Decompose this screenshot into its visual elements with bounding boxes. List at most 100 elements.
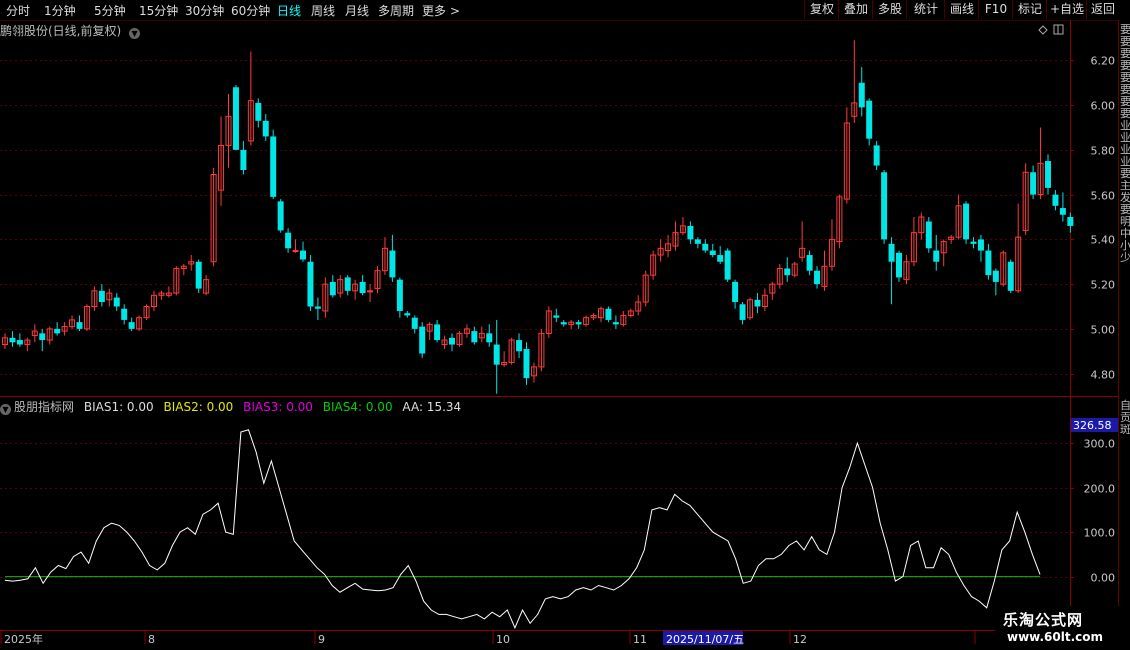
candle xyxy=(791,261,798,278)
candle-body xyxy=(98,290,105,303)
price-label: 6.20 xyxy=(1091,55,1116,68)
candle xyxy=(9,331,16,347)
candle xyxy=(910,217,917,267)
candle-body xyxy=(404,313,411,316)
candle xyxy=(270,129,277,200)
right-side-panel: 要要要要要要要要业业业业要主发要明中小少 自贡斑 xyxy=(1118,20,1130,630)
candle-body xyxy=(39,333,46,341)
candle xyxy=(605,306,612,323)
candle-body xyxy=(277,201,284,231)
candle xyxy=(761,288,768,311)
candle xyxy=(441,335,448,350)
candle-body xyxy=(1059,208,1066,215)
candle-body xyxy=(449,337,455,345)
candle-body xyxy=(977,239,984,251)
price-label: 6.00 xyxy=(1091,100,1116,113)
candle xyxy=(747,297,753,320)
candle xyxy=(851,40,858,124)
candle xyxy=(501,351,508,367)
candle xyxy=(352,279,359,300)
candle xyxy=(516,333,523,358)
candle-body xyxy=(419,326,426,354)
candle xyxy=(83,304,90,332)
candle xyxy=(1037,127,1044,200)
candle xyxy=(449,333,455,352)
price-label: 5.00 xyxy=(1091,324,1116,337)
candle xyxy=(650,250,657,280)
candle-body xyxy=(344,277,351,291)
candle xyxy=(873,140,880,171)
candle xyxy=(836,194,843,249)
indicator-label: 200.0 xyxy=(1084,483,1116,496)
candle xyxy=(918,212,925,240)
indicator-label: 300.0 xyxy=(1084,438,1116,451)
candle xyxy=(247,51,254,146)
candle xyxy=(240,140,247,175)
candle-body xyxy=(493,344,500,365)
candle-body xyxy=(896,252,902,278)
candle xyxy=(858,67,865,117)
candle xyxy=(486,324,493,347)
candle xyxy=(218,116,225,206)
candle xyxy=(143,304,150,320)
candle xyxy=(642,270,649,307)
candle xyxy=(612,315,619,329)
candle xyxy=(493,319,500,394)
candle-body xyxy=(523,349,530,379)
price-label: 5.40 xyxy=(1091,234,1116,247)
candle xyxy=(665,234,672,258)
candle xyxy=(136,315,143,332)
candle xyxy=(46,326,53,345)
candle xyxy=(307,255,314,311)
candle xyxy=(1059,192,1066,222)
candle xyxy=(985,243,992,280)
candle-body xyxy=(866,100,873,139)
candle xyxy=(54,322,61,336)
candle-body xyxy=(709,250,716,256)
candle xyxy=(232,84,239,150)
candle xyxy=(530,362,537,383)
candle xyxy=(61,322,68,336)
candle xyxy=(195,259,202,294)
time-highlight: 2025/11/07/五 xyxy=(666,633,744,646)
bias-line xyxy=(4,429,1041,630)
candle xyxy=(337,275,344,298)
candle-body xyxy=(784,268,791,276)
candle-body xyxy=(605,308,612,320)
candle-body xyxy=(553,315,560,318)
candle xyxy=(732,279,739,309)
candle xyxy=(955,194,962,240)
candle xyxy=(1045,154,1051,195)
candle-body xyxy=(471,331,478,343)
candle xyxy=(814,266,821,289)
time-label: 9 xyxy=(318,633,325,646)
diamond-icon[interactable] xyxy=(1038,25,1048,35)
candle-body xyxy=(575,322,582,325)
kline-chart[interactable]: 6.20 6.00 5.80 5.60 5.40 5.20 5.00 4.80 300.0 20… xyxy=(0,0,1130,650)
candle xyxy=(620,310,627,327)
candle-body xyxy=(612,322,619,325)
candle xyxy=(694,237,701,249)
candle-body xyxy=(814,270,821,285)
indicator-highlight-value: 326.58 xyxy=(1073,419,1112,432)
candle-body xyxy=(285,232,292,249)
indicator-label: 0.00 xyxy=(1091,572,1116,585)
candle-body xyxy=(888,243,895,262)
price-label: 5.60 xyxy=(1091,190,1116,203)
candle-body xyxy=(54,328,61,334)
candle xyxy=(180,263,187,276)
candle xyxy=(31,324,38,343)
candle xyxy=(568,319,575,329)
candle xyxy=(404,310,411,318)
candle xyxy=(277,199,284,233)
candle xyxy=(113,293,120,311)
candle xyxy=(657,239,664,262)
candle xyxy=(322,277,329,318)
candle xyxy=(478,326,485,343)
candle xyxy=(538,328,545,372)
candle xyxy=(151,290,157,311)
candle xyxy=(1067,212,1074,233)
indicator-axis: 300.0 200.0 100.0 0.00 326.58 xyxy=(1070,418,1118,585)
candle xyxy=(575,319,582,329)
candle-body xyxy=(687,225,694,240)
